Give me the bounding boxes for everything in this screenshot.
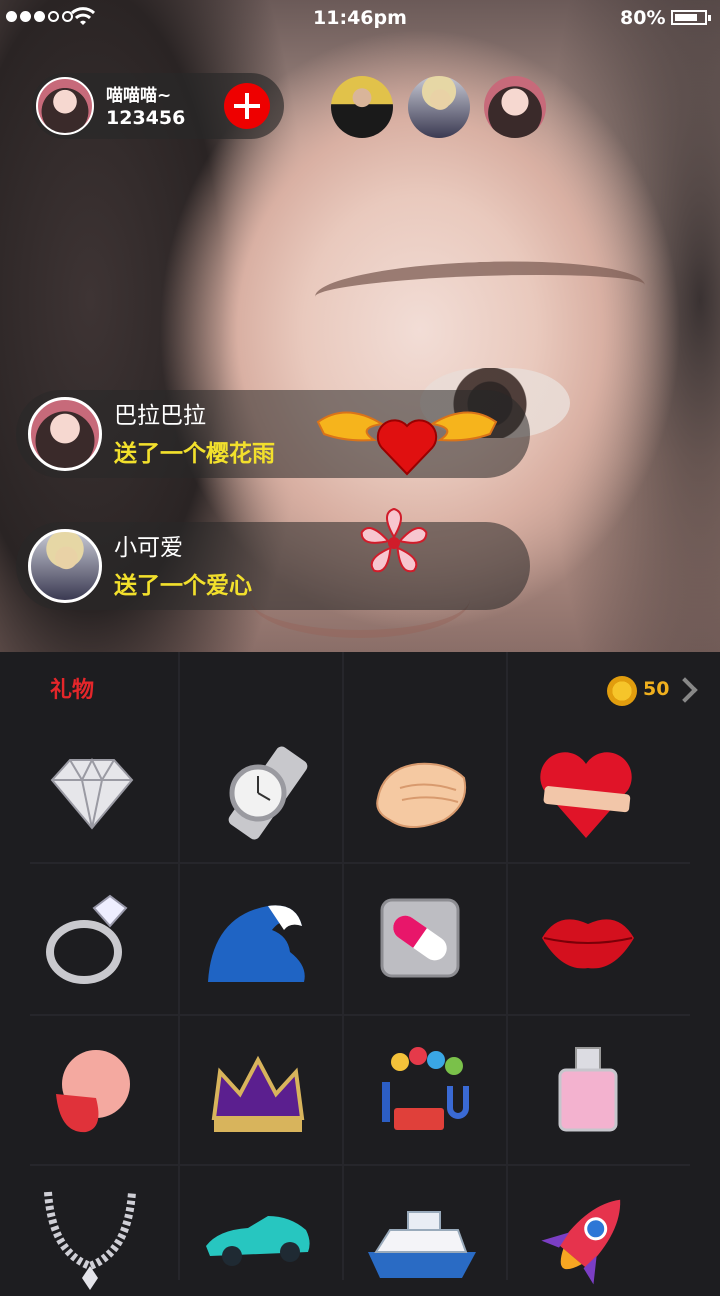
tongue-face-icon[interactable] <box>30 1038 150 1148</box>
viewer-avatar[interactable] <box>408 76 470 138</box>
battery-percent: 80% <box>620 7 666 29</box>
cruise-ship-icon[interactable] <box>362 1182 482 1292</box>
rose-heart-icon[interactable] <box>526 738 646 848</box>
sender-avatar[interactable] <box>28 529 102 603</box>
sender-avatar[interactable] <box>28 397 102 471</box>
diamond-icon[interactable] <box>32 738 152 848</box>
sender-name: 小可爱 <box>114 535 183 561</box>
status-bar: 11:46pm 80% <box>0 0 720 36</box>
grid-divider <box>506 652 508 1280</box>
winged-heart-icon <box>316 411 498 476</box>
viewer-avatar[interactable] <box>331 76 393 138</box>
follow-plus-icon[interactable] <box>224 83 270 129</box>
gift-message: 小可爱 送了一个爱心 <box>16 522 530 610</box>
video-face-brow <box>314 256 646 326</box>
lips-icon[interactable] <box>528 886 648 996</box>
battery-icon <box>671 10 711 25</box>
crown-icon[interactable] <box>198 1038 318 1148</box>
coin-balance: 50 <box>643 678 670 700</box>
clapping-hands-icon[interactable] <box>360 738 480 848</box>
necklace-icon[interactable] <box>30 1182 150 1292</box>
wave-icon[interactable] <box>198 886 318 996</box>
host-avatar[interactable] <box>36 77 94 135</box>
grid-divider <box>30 862 690 864</box>
sender-name: 巴拉巴拉 <box>114 403 206 429</box>
watch-icon[interactable] <box>198 738 318 848</box>
coin-icon <box>607 676 637 706</box>
chevron-right-icon[interactable] <box>672 677 698 703</box>
grid-divider <box>178 652 180 1280</box>
viewer-avatar[interactable] <box>484 76 546 138</box>
gift-panel: 礼物 50 <box>0 652 720 1290</box>
perfume-icon[interactable] <box>528 1038 648 1148</box>
love-balloons-icon[interactable] <box>360 1038 480 1148</box>
grid-divider <box>30 1164 690 1166</box>
gift-panel-title: 礼物 <box>50 678 95 703</box>
status-time: 11:46pm <box>313 7 407 29</box>
grid-divider <box>30 1014 690 1016</box>
pill-icon[interactable] <box>360 886 480 996</box>
host-info-pill[interactable]: 喵喵喵~ 123456 <box>32 73 284 139</box>
host-name: 喵喵喵~ <box>106 86 172 106</box>
gift-text: 送了一个爱心 <box>114 573 252 599</box>
rocket-icon[interactable] <box>528 1182 648 1292</box>
cherry-blossom-icon <box>360 507 428 573</box>
live-video: 11:46pm 80% 喵喵喵~ 123456 巴拉巴拉 送了一个樱花雨 小可爱… <box>0 0 720 652</box>
host-id: 123456 <box>106 107 186 129</box>
gift-text: 送了一个樱花雨 <box>114 441 275 467</box>
ring-icon[interactable] <box>28 886 148 996</box>
grid-divider <box>342 652 344 1280</box>
